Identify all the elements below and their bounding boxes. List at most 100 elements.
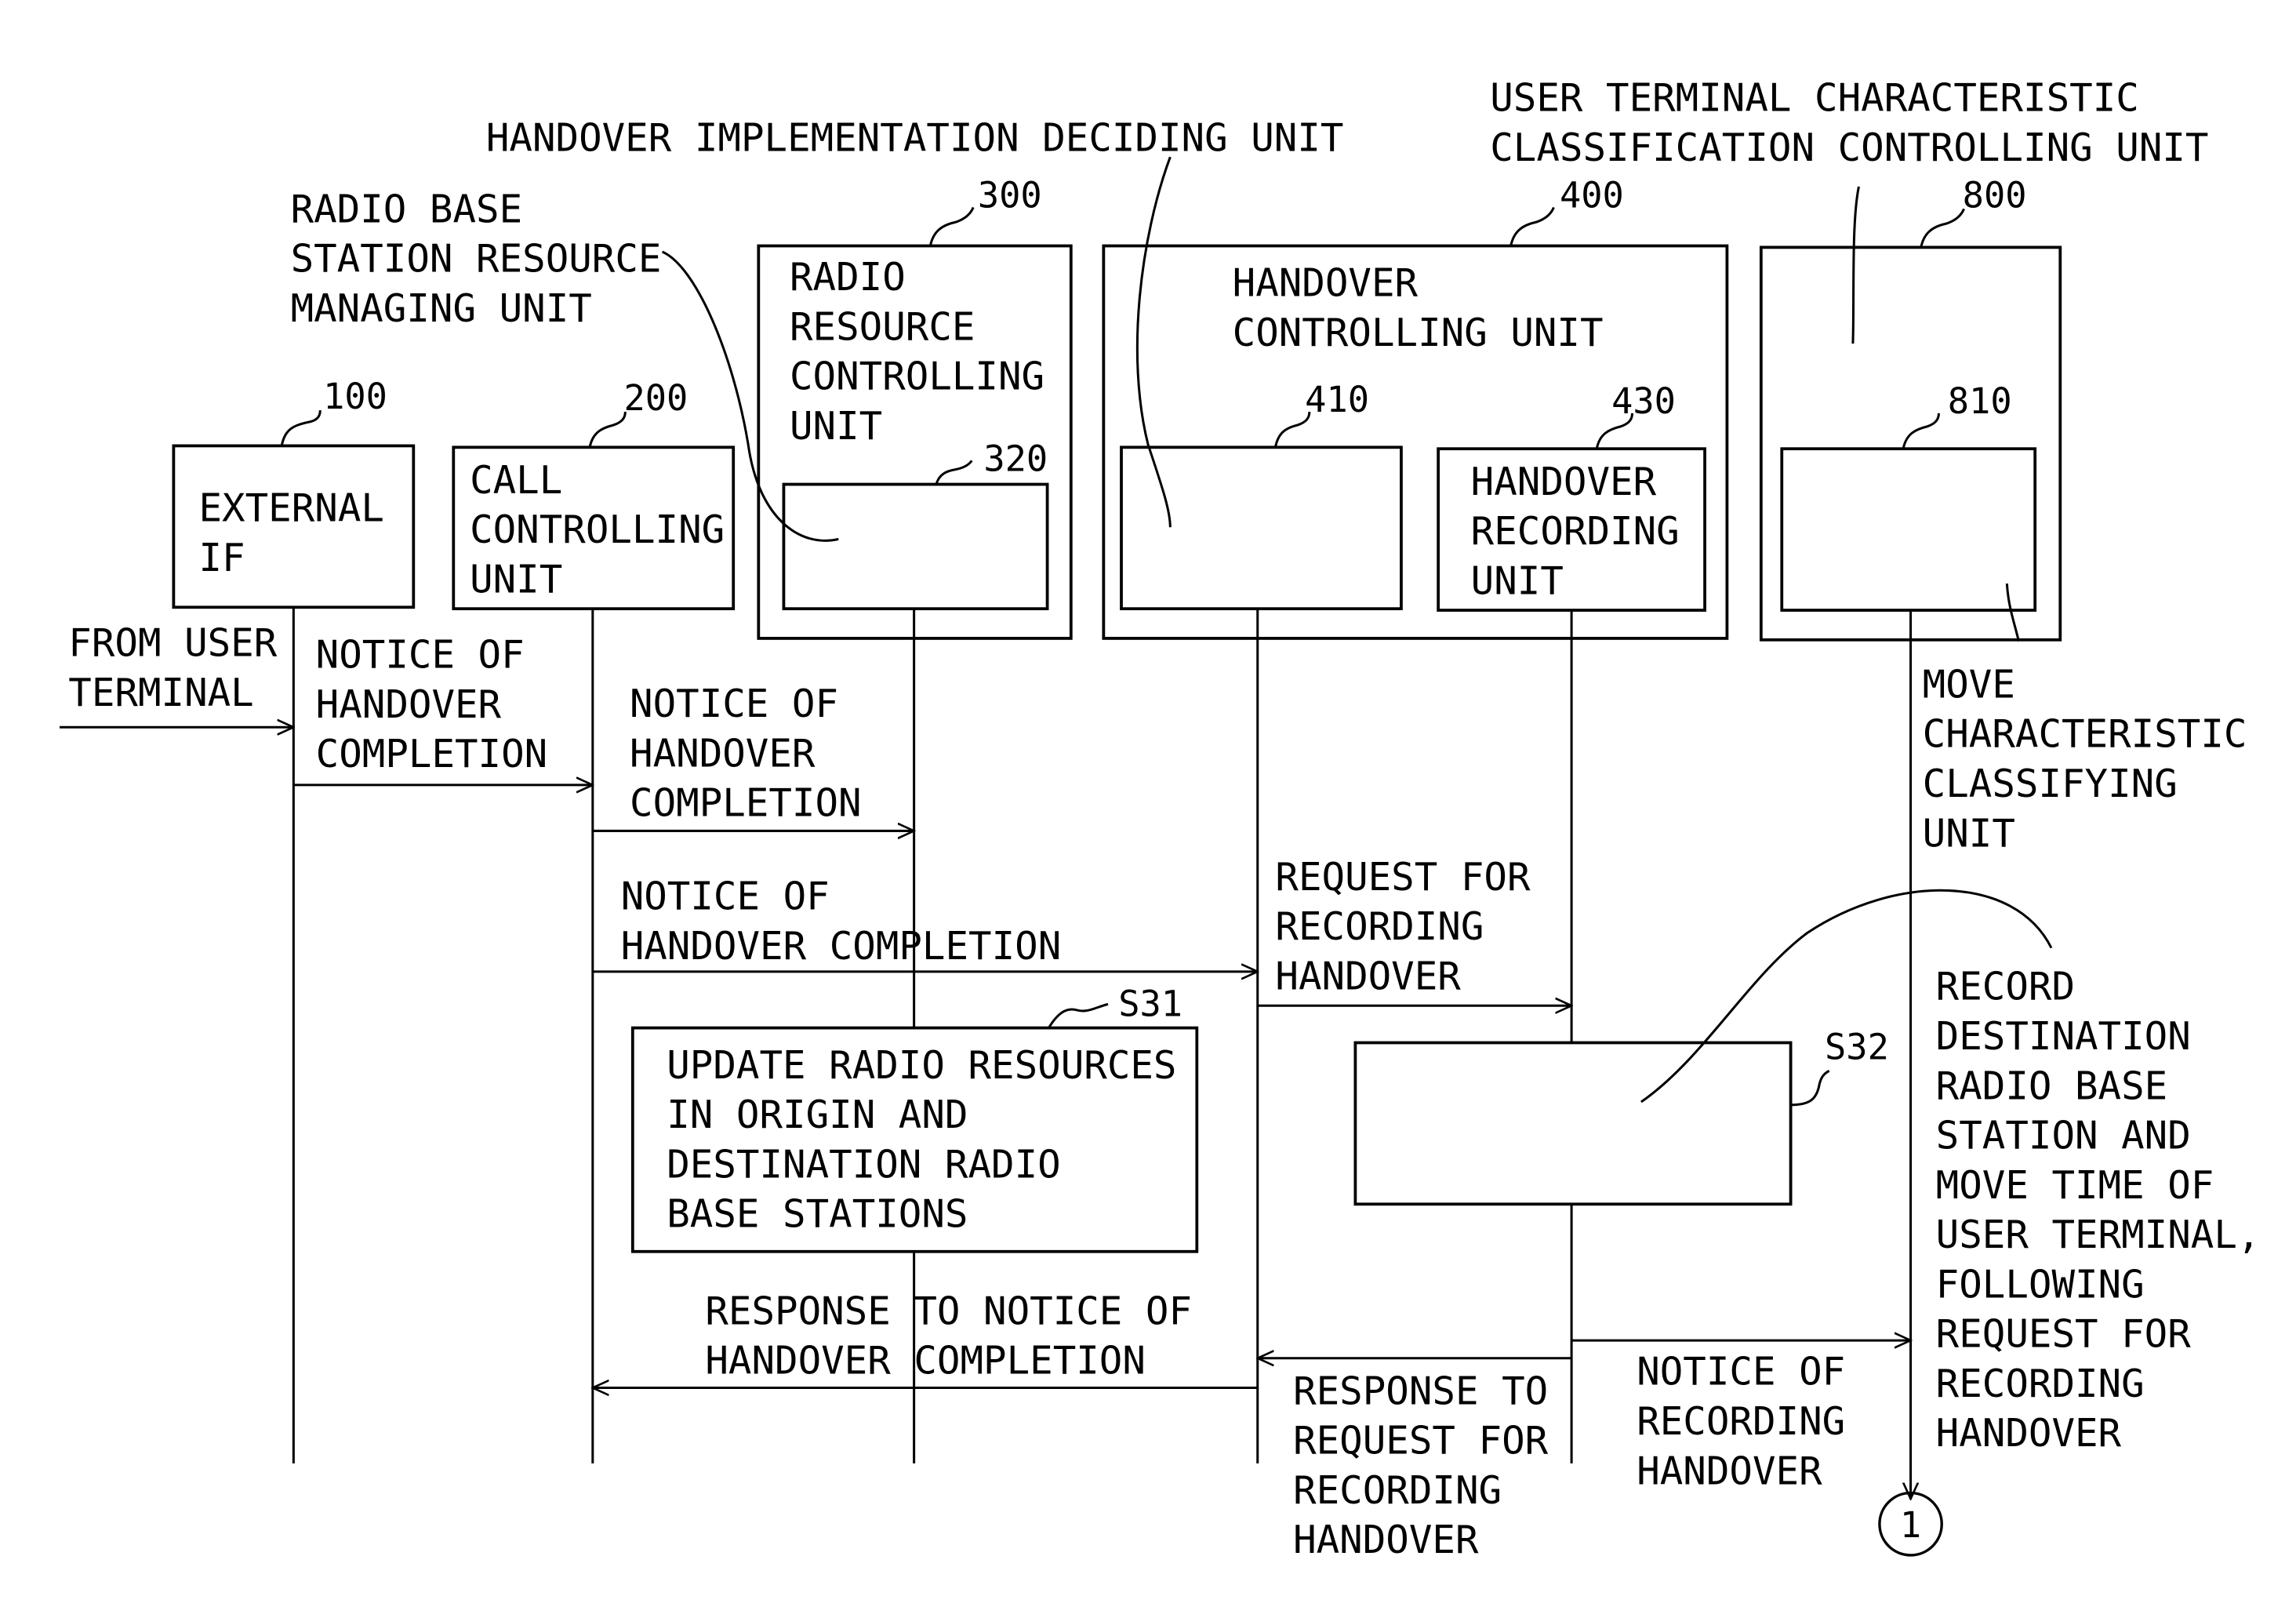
label-utc-line: USER TERMINAL CHARACTERISTIC (1490, 75, 2139, 121)
label-handover-impl: HANDOVER IMPLEMENTATION DECIDING UNIT (486, 115, 1344, 161)
ref-430: 430 (1611, 380, 1676, 422)
unit-box-320 (782, 482, 1049, 611)
label-rbsrm-line: MANAGING UNIT (291, 285, 592, 331)
msg-m2: NOTICE OF HANDOVER COMPLETION (630, 681, 862, 826)
leader-810 (1902, 413, 1940, 449)
unit-box-810 (1780, 447, 2037, 612)
msg-m5-line: HANDOVER COMPLETION (705, 1338, 1146, 1383)
leader-100 (280, 410, 322, 446)
step-s31-label-line: BASE STATIONS (667, 1191, 968, 1237)
leader-320 (935, 460, 973, 485)
unit-300-label-line: RESOURCE (790, 304, 975, 349)
msg-m6-line: REQUEST FOR (1293, 1418, 1549, 1463)
unit-300-label-line: UNIT (790, 403, 882, 449)
msg-m1-line: HANDOVER (316, 682, 502, 727)
step-s32-callout-line: RECORDING (1936, 1361, 2145, 1406)
ref-s31: S31 (1118, 983, 1183, 1024)
step-s32-callout-line: RECORD (1936, 964, 2075, 1009)
unit-400-label-line: CONTROLLING UNIT (1233, 310, 1604, 355)
leader-300 (928, 206, 975, 246)
step-box-s32 (1353, 1041, 1793, 1206)
msg-m2-line: COMPLETION (630, 780, 862, 826)
msg-m5: RESPONSE TO NOTICE OF HANDOVER COMPLETION (705, 1288, 1192, 1383)
msg-m5-line: RESPONSE TO NOTICE OF (705, 1288, 1192, 1333)
diagram-canvas: 1 HANDOVER IMPLEMENTATION DECIDING UNIT U… (59, 75, 2261, 1562)
step-s31-label-line: IN ORIGIN AND (667, 1092, 968, 1137)
sequence-diagram: 1 HANDOVER IMPLEMENTATION DECIDING UNIT U… (0, 0, 2296, 1607)
unit-400-label-line: HANDOVER (1233, 260, 1419, 306)
unit-box-410 (1120, 445, 1403, 611)
msg-m3-line: HANDOVER COMPLETION (621, 923, 1062, 969)
step-s32-callout-line: FOLLOWING (1936, 1261, 2145, 1307)
step-s31-label-line: DESTINATION RADIO (667, 1141, 1060, 1187)
unit-200-label-line: UNIT (470, 556, 562, 602)
leader-mccu (2005, 583, 2020, 642)
msg-m7-line: HANDOVER (1637, 1448, 1822, 1493)
step-s32-callout-line: RADIO BASE (1936, 1063, 2168, 1108)
ref-400: 400 (1560, 174, 1624, 216)
label-mccu-line: CHARACTERISTIC (1923, 711, 2247, 757)
label-utc: USER TERMINAL CHARACTERISTIC CLASSIFICATI… (1490, 75, 2208, 170)
unit-400-label: HANDOVER CONTROLLING UNIT (1233, 260, 1604, 355)
unit-100-label: EXTERNAL IF (198, 485, 383, 580)
ref-100: 100 (323, 376, 387, 417)
label-rbsrm-line: RADIO BASE (291, 186, 523, 231)
unit-300-label-line: CONTROLLING (790, 354, 1044, 399)
msg-m3-line: NOTICE OF (621, 874, 830, 919)
connector-label: 1 (1900, 1504, 1921, 1546)
unit-430-label: HANDOVER RECORDING UNIT (1471, 459, 1680, 604)
ref-300: 300 (978, 174, 1042, 216)
step-s32-callout-line: MOVE TIME OF (1936, 1162, 2214, 1208)
ref-810: 810 (1948, 380, 2012, 422)
step-s32-callout-line: REQUEST FOR (1936, 1311, 2192, 1357)
msg-m2-line: NOTICE OF (630, 681, 838, 726)
step-s32-callout-line: STATION AND (1936, 1113, 2191, 1158)
label-mccu-line: MOVE (1923, 661, 2015, 707)
unit-430-label-line: UNIT (1471, 558, 1564, 603)
leader-impl (1135, 156, 1172, 528)
msg-m3: NOTICE OF HANDOVER COMPLETION (621, 874, 1062, 969)
unit-100-label-line: IF (198, 535, 245, 580)
msg-m7-line: RECORDING (1637, 1398, 1845, 1444)
msg-m4: REQUEST FOR RECORDING HANDOVER (1275, 854, 1531, 999)
label-mccu-line: CLASSIFYING (1923, 761, 2178, 806)
unit-200-label-line: CALL (470, 457, 562, 503)
step-s31-label: UPDATE RADIO RESOURCES IN ORIGIN AND DESTI… (667, 1042, 1176, 1237)
msg-m2-line: HANDOVER (630, 730, 816, 776)
msg-m1-line: COMPLETION (316, 731, 548, 776)
msg-m6: RESPONSE TO REQUEST FOR RECORDING HANDOVER (1293, 1368, 1549, 1562)
unit-300-label-line: RADIO (790, 254, 906, 300)
step-s31-label-line: UPDATE RADIO RESOURCES (667, 1042, 1176, 1088)
leader-s32 (1790, 1070, 1830, 1107)
msg-m1: NOTICE OF HANDOVER COMPLETION (316, 632, 548, 777)
step-s32-callout-line: DESTINATION (1936, 1013, 2191, 1059)
ref-800: 800 (1963, 174, 2027, 216)
msg-m4-line: RECORDING (1275, 903, 1484, 949)
leader-utc (1851, 186, 1860, 344)
step-s32-callout-line: USER TERMINAL, (1936, 1212, 2261, 1257)
leader-400 (1509, 206, 1555, 246)
msg-m6-line: RECORDING (1293, 1467, 1502, 1513)
label-utc-line: CLASSIFICATION CONTROLLING UNIT (1490, 125, 2208, 170)
leader-200 (588, 411, 627, 448)
msg-m4-line: REQUEST FOR (1275, 854, 1531, 900)
unit-200-label-line: CONTROLLING (470, 507, 725, 552)
msg-m7: NOTICE OF RECORDING HANDOVER (1637, 1349, 1845, 1494)
unit-430-label-line: RECORDING (1471, 508, 1680, 554)
label-from-user: FROM USER TERMINAL (68, 620, 277, 715)
leader-s31 (1048, 1002, 1109, 1029)
leader-800 (1920, 208, 1965, 248)
msg-m6-line: HANDOVER (1293, 1517, 1479, 1562)
msg-m1-line: NOTICE OF (316, 632, 525, 678)
label-from-user-line: TERMINAL (68, 670, 253, 715)
label-mccu-line: UNIT (1923, 810, 2015, 856)
msg-m4-line: HANDOVER (1275, 954, 1461, 999)
ref-s32: S32 (1825, 1026, 1889, 1067)
label-handover-impl-line: HANDOVER IMPLEMENTATION DECIDING UNIT (486, 115, 1344, 161)
ref-200: 200 (623, 377, 688, 419)
label-rbsrm: RADIO BASE STATION RESOURCE MANAGING UNIT (291, 186, 662, 331)
unit-box-800 (1759, 245, 2062, 642)
unit-100-label-line: EXTERNAL (198, 485, 383, 531)
ref-410: 410 (1305, 379, 1369, 420)
label-from-user-line: FROM USER (68, 620, 277, 666)
